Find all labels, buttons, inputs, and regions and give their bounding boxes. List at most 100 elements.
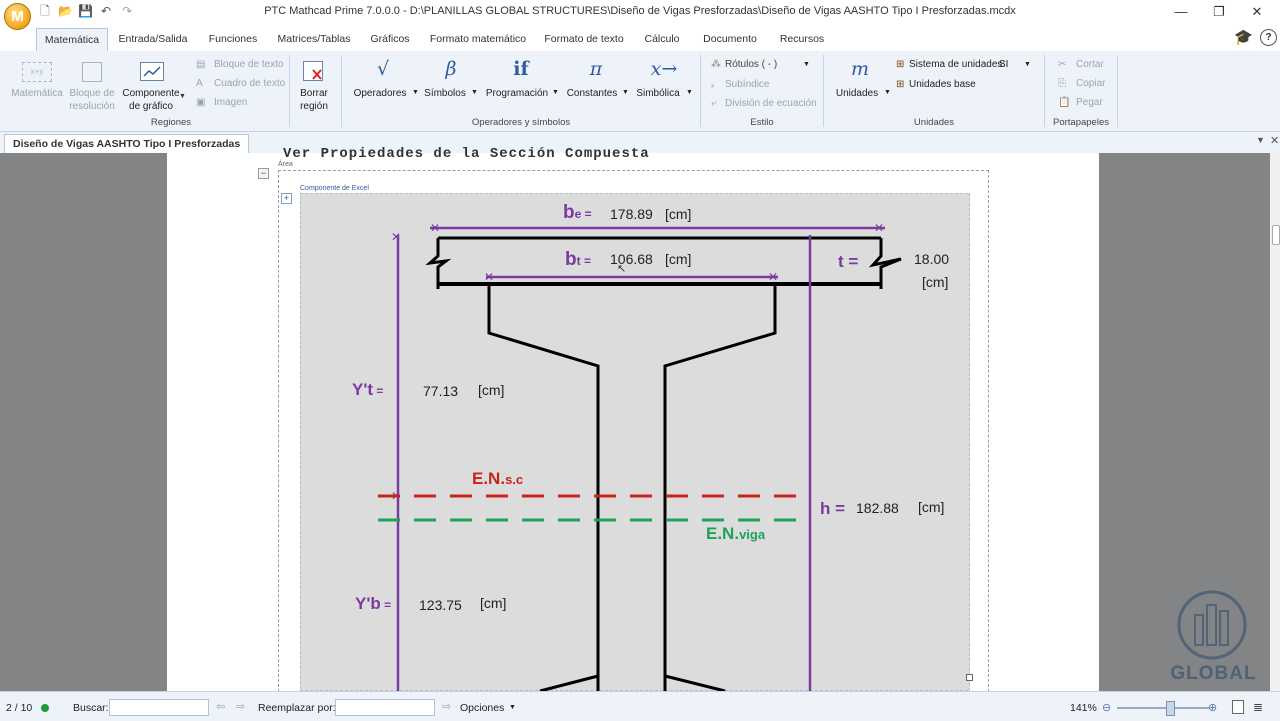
yb-unit: [cm] (480, 595, 507, 611)
tab-graficos[interactable]: Gráficos (364, 28, 416, 50)
separator (700, 55, 701, 127)
resize-handle[interactable] (966, 674, 973, 681)
close-tab-icon[interactable]: ✕ (1270, 134, 1279, 147)
t-value: 18.00 (914, 251, 950, 267)
dropdown-arrow-icon[interactable]: ▼ (622, 89, 629, 96)
subscript-icon: ₓ (711, 79, 715, 90)
base-units-icon: ⊞ (896, 79, 905, 90)
open-folder-icon[interactable]: 📂 (58, 4, 73, 18)
collapse-area-icon[interactable]: − (258, 168, 269, 179)
zoom-slider-thumb[interactable] (1166, 701, 1175, 716)
simbolos-button[interactable]: Símbolos (422, 87, 468, 100)
tab-matematica[interactable]: Matemática (36, 28, 108, 52)
pegar-button[interactable]: Pegar (1076, 97, 1103, 108)
dropdown-arrow-icon[interactable]: ▼ (471, 89, 478, 96)
componente-grafico-button[interactable]: Componente de gráfico (120, 87, 182, 113)
dropdown-arrow-icon[interactable]: ▼ (412, 89, 419, 96)
be-value: 178.89 (610, 206, 653, 222)
tab-entrada-salida[interactable]: Entrada/Salida (116, 28, 190, 50)
operadores-button[interactable]: Operadores (350, 87, 410, 100)
yb-value: 123.75 (419, 597, 462, 613)
constantes-button[interactable]: Constantes (564, 87, 620, 100)
yt-unit: [cm] (478, 382, 505, 398)
be-label: be = (563, 202, 592, 223)
tab-documento[interactable]: Documento (698, 28, 762, 50)
dropdown-arrow-icon[interactable]: ▼ (1024, 61, 1031, 68)
be-right-tick: ✕ (874, 221, 884, 235)
dropdown-arrow-icon[interactable]: ▼ (552, 89, 559, 96)
dropdown-arrow-icon[interactable]: ▼ (884, 89, 891, 96)
cuadro-texto-button[interactable]: Cuadro de texto (214, 78, 285, 89)
minimize-button[interactable]: — (1164, 2, 1198, 22)
find-previous-icon[interactable]: ⇦ (216, 700, 225, 713)
document-tab[interactable]: Diseño de Vigas AASHTO Tipo I Presforzad… (4, 134, 250, 154)
cut-icon: ✂ (1058, 59, 1067, 70)
page-view-icon[interactable] (1232, 700, 1244, 714)
h-label: h = (820, 499, 846, 518)
tab-recursos[interactable]: Recursos (776, 28, 828, 50)
unidades-base-button[interactable]: Unidades base (909, 79, 976, 90)
labels-icon: ⁂ (711, 59, 721, 70)
rotulos-dropdown[interactable]: Rótulos ( - ) (725, 59, 777, 70)
yt-label: Y't = (352, 380, 384, 399)
tab-formato-texto[interactable]: Formato de texto (540, 28, 628, 50)
graduation-cap-icon[interactable]: 🎓 (1234, 28, 1253, 46)
restore-button[interactable]: ❐ (1202, 2, 1236, 22)
dropdown-arrow-icon[interactable]: ▼ (686, 89, 693, 96)
excel-component[interactable]: ✕ ✕ ✕ ✕ ✕ ✕ (300, 193, 970, 691)
replace-icon[interactable]: ⇨ (442, 700, 451, 713)
dropdown-arrow-icon[interactable]: ▼ (509, 704, 516, 711)
zoom-out-icon[interactable]: ⊖ (1102, 701, 1111, 714)
borrar-region-button[interactable]: Borrar región (294, 87, 334, 113)
draft-view-icon[interactable]: ≣ (1253, 700, 1263, 714)
tab-list-arrow-icon[interactable]: ▼ (1256, 135, 1265, 145)
mathcad-logo-icon[interactable]: M (4, 3, 31, 30)
buscar-input[interactable] (109, 699, 209, 716)
tab-funciones[interactable]: Funciones (204, 28, 262, 50)
close-window-button[interactable]: ✕ (1240, 2, 1274, 22)
zoom-in-icon[interactable]: ⊕ (1208, 701, 1217, 714)
copy-icon: ⎘ (1058, 78, 1066, 89)
symbols-icon: β (445, 58, 457, 80)
dropdown-arrow-icon[interactable]: ▼ (803, 61, 810, 68)
constants-icon: π (589, 58, 603, 80)
dropdown-arrow-icon[interactable]: ▼ (179, 93, 186, 100)
text-block-icon: ▤ (196, 59, 206, 70)
units-icon: m (850, 58, 870, 80)
bloque-texto-button[interactable]: Bloque de texto (214, 59, 284, 70)
paste-icon: 📋 (1058, 97, 1071, 108)
undo-icon[interactable]: ↶ (99, 4, 113, 18)
reemplazar-label: Reemplazar por: (258, 702, 336, 714)
zoom-level: 141% (1070, 702, 1097, 714)
redo-icon[interactable]: ↷ (120, 4, 134, 18)
matematica-button[interactable]: Matemática (6, 87, 68, 100)
sistema-unidades-label: Sistema de unidades: (909, 59, 1006, 70)
opciones-button[interactable]: Opciones (460, 702, 504, 714)
save-icon[interactable]: 💾 (78, 4, 93, 18)
equation-break-icon: ⤶ (711, 98, 717, 109)
unidades-button[interactable]: Unidades (832, 87, 882, 100)
cortar-button[interactable]: Cortar (1076, 59, 1104, 70)
division-ecuacion-button[interactable]: División de ecuación (725, 98, 817, 109)
find-next-icon[interactable]: ⇨ (236, 700, 245, 713)
scrollbar-thumb[interactable] (1272, 225, 1280, 245)
tab-calculo[interactable]: Cálculo (640, 28, 684, 50)
reemplazar-input[interactable] (335, 699, 435, 716)
enviga-label: E.N.viga (706, 524, 766, 543)
subindice-button[interactable]: Subíndice (725, 79, 769, 90)
bloque-resolucion-button[interactable]: Bloque de resolución (66, 87, 118, 113)
copiar-button[interactable]: Copiar (1076, 78, 1105, 89)
tab-formato-matematico[interactable]: Formato matemático (428, 28, 528, 50)
programacion-button[interactable]: Programación (484, 87, 550, 100)
expand-component-icon[interactable]: + (281, 193, 292, 204)
excel-component-label: Componente de Excel (300, 185, 369, 192)
page-indicator: 2 / 10 (6, 702, 33, 714)
sistema-unidades-value[interactable]: SI (999, 59, 1008, 70)
simbolica-button[interactable]: Simbólica (634, 87, 682, 100)
zoom-slider-track[interactable] (1117, 707, 1209, 709)
yb-label: Y'b = (355, 594, 392, 613)
new-document-icon[interactable]: 🗋 (38, 4, 52, 18)
imagen-button[interactable]: Imagen (214, 97, 247, 108)
help-icon[interactable]: ? (1260, 29, 1277, 46)
tab-matrices-tablas[interactable]: Matrices/Tablas (276, 28, 352, 50)
